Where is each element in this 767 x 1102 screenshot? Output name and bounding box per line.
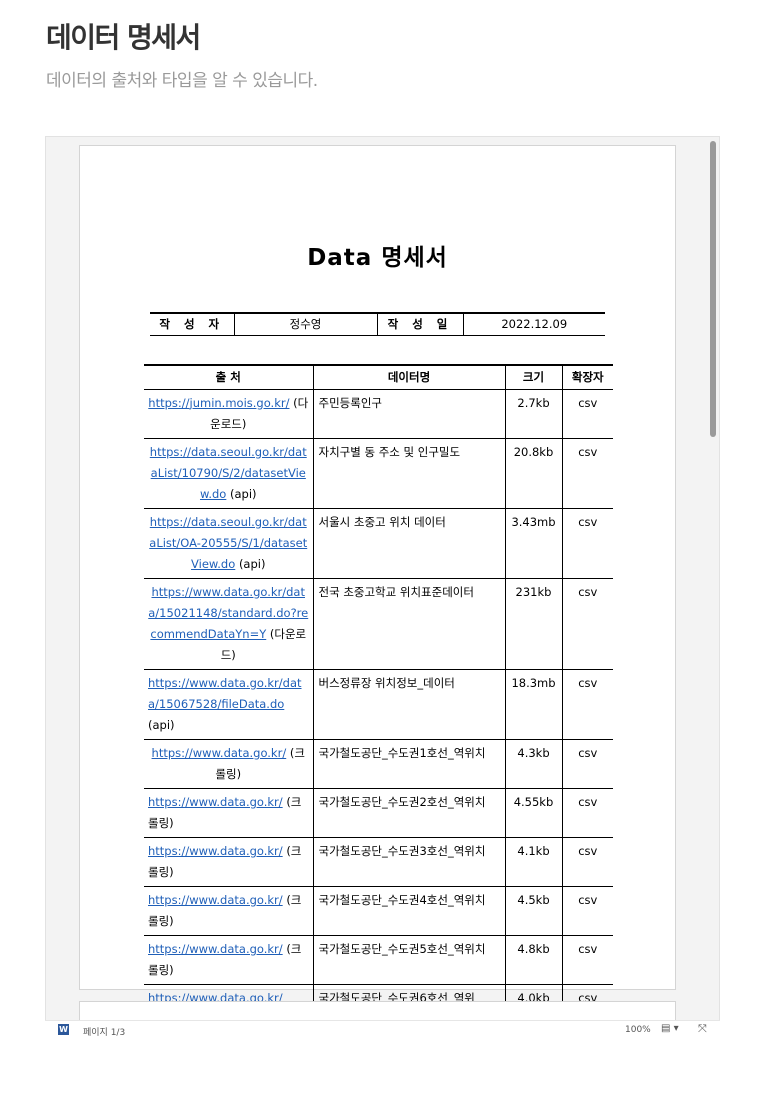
- table-row: https://jumin.mois.go.kr/ (다운로드) 주민등록인구 2.…: [144, 389, 613, 439]
- source-note: (api): [229, 486, 257, 501]
- date-label: 작 성 일: [377, 313, 464, 335]
- size-cell: 2.7kb: [505, 389, 563, 439]
- table-row: https://www.data.go.kr/data/15021148/sta…: [144, 578, 613, 670]
- size-cell: 4.3kb: [505, 739, 563, 789]
- vertical-scrollbar[interactable]: [710, 141, 716, 437]
- source-cell: https://www.data.go.kr/ (크롤링): [144, 788, 314, 838]
- source-link[interactable]: https://www.data.go.kr/data/15067528/fil…: [148, 676, 302, 711]
- view-mode-icon[interactable]: ▤ ▾: [661, 1023, 679, 1034]
- size-cell: 20.8kb: [505, 438, 563, 509]
- page-indicator: 페이지 1/3: [83, 1028, 126, 1038]
- source-cell: https://data.seoul.go.kr/dataList/10790/…: [144, 438, 314, 509]
- page-subtitle: 데이터의 출처와 타입을 알 수 있습니다.: [46, 71, 318, 91]
- source-link[interactable]: https://www.data.go.kr/: [148, 844, 283, 858]
- data-name-cell: 국가철도공단_수도권2호선_역위치: [313, 788, 506, 838]
- extension-cell: csv: [562, 578, 613, 670]
- source-link[interactable]: https://www.data.go.kr/: [148, 795, 283, 809]
- extension-cell: csv: [562, 739, 613, 789]
- data-spec-table: 출 처 데이터명 크기 확장자 https://jumin.mois.go.kr…: [144, 364, 613, 1013]
- source-link[interactable]: https://www.data.go.kr/: [152, 746, 287, 760]
- data-name-cell: 국가철도공단_수도권4호선_역위치: [313, 886, 506, 936]
- document-title: Data 명세서: [307, 245, 448, 271]
- table-row: https://data.seoul.go.kr/dataList/OA-205…: [144, 508, 613, 579]
- status-bar: W 페이지 1/3 100% ▤ ▾ ⤧: [45, 1020, 720, 1038]
- table-row: https://www.data.go.kr/ (크롤링) 국가철도공단_수도권4…: [144, 886, 613, 936]
- data-name-cell: 주민등록인구: [313, 389, 506, 439]
- size-cell: 4.1kb: [505, 837, 563, 887]
- source-cell: https://www.data.go.kr/data/15067528/fil…: [144, 669, 314, 740]
- extension-cell: csv: [562, 837, 613, 887]
- size-cell: 4.8kb: [505, 935, 563, 985]
- extension-cell: csv: [562, 788, 613, 838]
- extension-cell: csv: [562, 508, 613, 579]
- source-link[interactable]: https://www.data.go.kr/: [148, 942, 283, 956]
- size-cell: 231kb: [505, 578, 563, 670]
- source-link[interactable]: https://www.data.go.kr/: [148, 893, 283, 907]
- extension-cell: csv: [562, 886, 613, 936]
- extension-cell: csv: [562, 935, 613, 985]
- source-cell: https://www.data.go.kr/ (크롤링): [144, 935, 314, 985]
- source-cell: https://jumin.mois.go.kr/ (다운로드): [144, 389, 314, 439]
- source-cell: https://www.data.go.kr/data/15021148/sta…: [144, 578, 314, 670]
- data-name-cell: 버스정류장 위치정보_데이터: [313, 669, 506, 740]
- size-cell: 18.3mb: [505, 669, 563, 740]
- data-name-cell: 국가철도공단_수도권5호선_역위치: [313, 935, 506, 985]
- document-page: Data 명세서 작 성 자 정수영 작 성 일 2022.12.09 출 처 …: [79, 145, 676, 1013]
- header-ext: 확장자: [562, 365, 613, 390]
- table-row: https://www.data.go.kr/ (크롤링) 국가철도공단_수도권5…: [144, 935, 613, 985]
- table-row: https://www.data.go.kr/ (크롤링) 국가철도공단_수도권1…: [144, 739, 613, 789]
- author-table: 작 성 자 정수영 작 성 일 2022.12.09: [150, 312, 605, 336]
- header-source: 출 처: [144, 365, 314, 390]
- table-row: https://www.data.go.kr/ (크롤링) 국가철도공단_수도권3…: [144, 837, 613, 887]
- source-link[interactable]: https://jumin.mois.go.kr/: [148, 396, 289, 410]
- source-cell: https://www.data.go.kr/ (크롤링): [144, 739, 314, 789]
- table-row: https://www.data.go.kr/data/15067528/fil…: [144, 669, 613, 740]
- date-value: 2022.12.09: [501, 317, 568, 332]
- source-note: (api): [238, 556, 266, 571]
- size-cell: 4.55kb: [505, 788, 563, 838]
- data-name-cell: 국가철도공단_수도권3호선_역위치: [313, 837, 506, 887]
- extension-cell: csv: [562, 669, 613, 740]
- source-note: (api): [148, 717, 175, 732]
- source-link[interactable]: https://data.seoul.go.kr/dataList/10790/…: [150, 445, 307, 501]
- source-cell: https://www.data.go.kr/ (크롤링): [144, 886, 314, 936]
- word-icon: W: [58, 1024, 69, 1035]
- data-name-cell: 서울시 초중고 위치 데이터: [313, 508, 506, 579]
- author-value: 정수영: [234, 313, 378, 335]
- source-cell: https://www.data.go.kr/ (크롤링): [144, 837, 314, 887]
- zoom-level[interactable]: 100%: [625, 1025, 651, 1035]
- fit-page-icon[interactable]: ⤧: [698, 1022, 707, 1036]
- size-cell: 4.5kb: [505, 886, 563, 936]
- extension-cell: csv: [562, 438, 613, 509]
- table-row: https://data.seoul.go.kr/dataList/10790/…: [144, 438, 613, 509]
- extension-cell: csv: [562, 389, 613, 439]
- header-name: 데이터명: [313, 365, 506, 390]
- data-name-cell: 국가철도공단_수도권1호선_역위치: [313, 739, 506, 789]
- data-name-cell: 자치구별 동 주소 및 인구밀도: [313, 438, 506, 509]
- source-link[interactable]: https://data.seoul.go.kr/dataList/OA-205…: [149, 515, 307, 571]
- document-viewer[interactable]: Data 명세서 작 성 자 정수영 작 성 일 2022.12.09 출 처 …: [45, 136, 720, 1036]
- page-title: 데이터 명세서: [46, 21, 201, 54]
- header-size: 크기: [505, 365, 563, 390]
- size-cell: 3.43mb: [505, 508, 563, 579]
- source-cell: https://data.seoul.go.kr/dataList/OA-205…: [144, 508, 314, 579]
- author-label: 작 성 자: [150, 313, 235, 335]
- data-name-cell: 전국 초중고학교 위치표준데이터: [313, 578, 506, 670]
- table-row: https://www.data.go.kr/ (크롤링) 국가철도공단_수도권2…: [144, 788, 613, 838]
